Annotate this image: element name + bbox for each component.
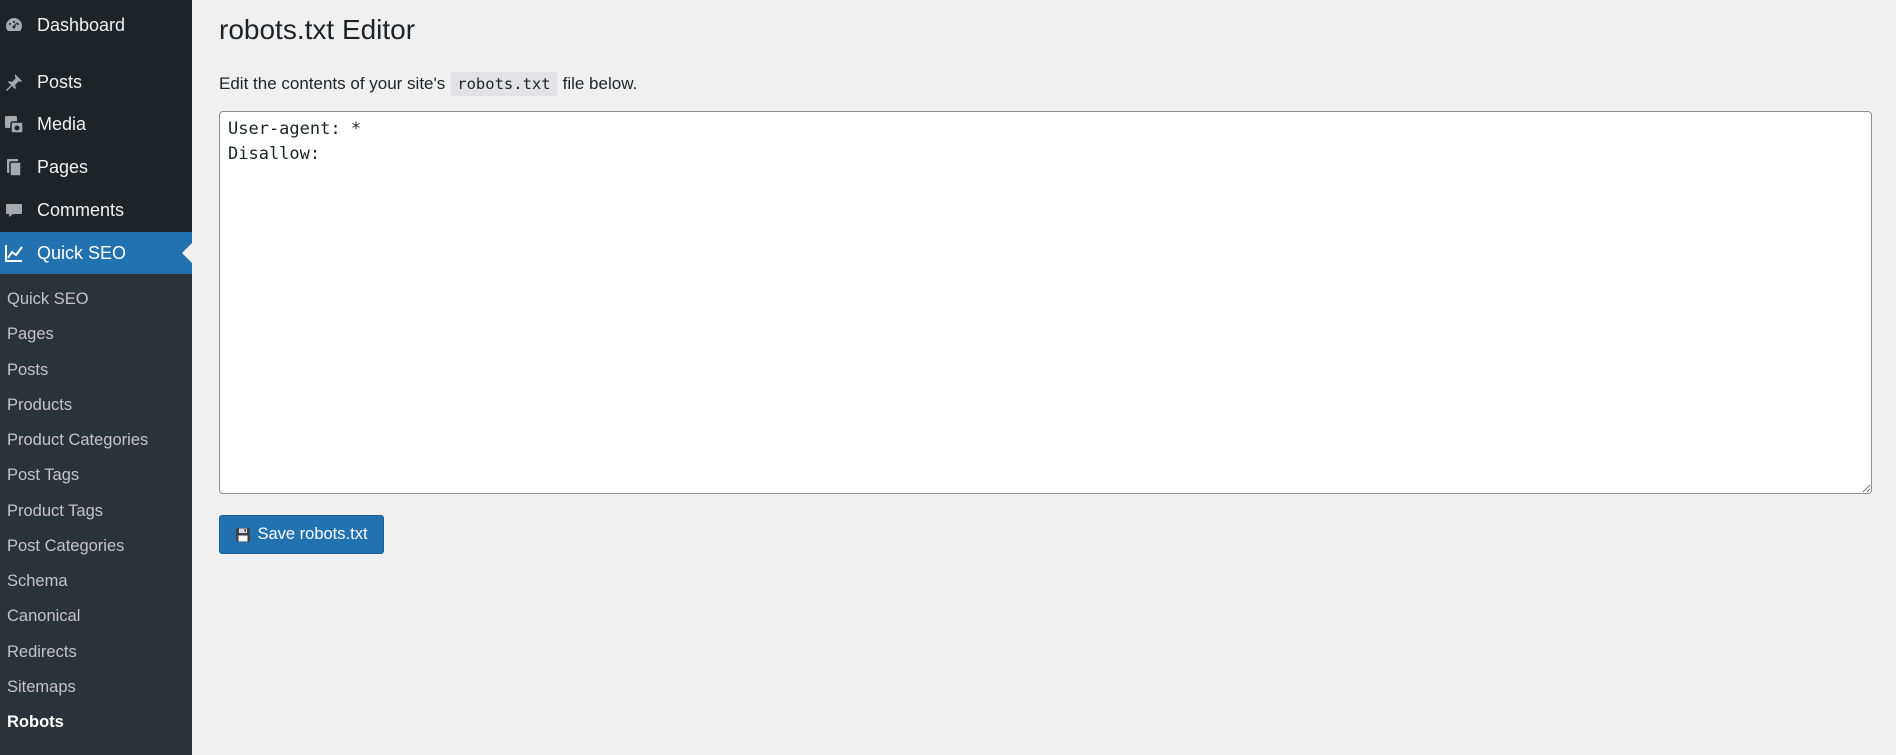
pages-icon: [3, 156, 25, 178]
menu-item-label: Posts: [37, 71, 83, 92]
submenu-item-robots[interactable]: Robots: [7, 713, 64, 732]
page-title: robots.txt Editor: [219, 14, 416, 45]
menu-item-comments[interactable]: Comments: [0, 189, 192, 231]
submenu-item-product-tags[interactable]: Product Tags: [7, 502, 103, 521]
description-text: Edit the contents of your site's: [219, 74, 446, 93]
submenu-item-canonical[interactable]: Canonical: [7, 607, 80, 626]
menu-item-quick-seo[interactable]: Quick SEO: [0, 232, 192, 274]
menu-item-pages[interactable]: Pages: [0, 146, 192, 188]
submenu-item-posts[interactable]: Posts: [7, 361, 48, 380]
comment-icon: [3, 199, 25, 221]
menu-item-label: Pages: [37, 156, 89, 177]
submenu-item-schema[interactable]: Schema: [7, 572, 68, 591]
submenu-item-products[interactable]: Products: [7, 396, 72, 415]
dashboard-icon: [3, 14, 25, 36]
menu-item-dashboard[interactable]: Dashboard: [0, 4, 192, 46]
chart-line-icon: [3, 242, 25, 264]
menu-item-media[interactable]: Media: [0, 103, 192, 145]
robots-txt-editor[interactable]: User-agent: * Disallow:: [219, 111, 1872, 494]
submenu-item-quick-seo[interactable]: Quick SEO: [7, 290, 89, 309]
description-text-end: file below.: [562, 74, 638, 93]
submenu-item-post-categories[interactable]: Post Categories: [7, 537, 124, 556]
filename-code: robots.txt: [451, 72, 557, 96]
quick-seo-submenu: Quick SEO Pages Posts Products Product C…: [0, 274, 192, 755]
page-description: Edit the contents of your site's robots.…: [219, 72, 637, 96]
submenu-item-post-tags[interactable]: Post Tags: [7, 466, 79, 485]
menu-item-label: Quick SEO: [37, 242, 127, 263]
submenu-item-sitemaps[interactable]: Sitemaps: [7, 678, 76, 697]
admin-sidebar: Dashboard Posts Media Pages Comments Qui…: [0, 0, 192, 755]
save-robots-button[interactable]: Save robots.txt: [219, 515, 384, 554]
menu-item-label: Media: [37, 113, 87, 134]
save-button-label: Save robots.txt: [257, 525, 368, 543]
submenu-item-pages[interactable]: Pages: [7, 325, 54, 344]
floppy-disk-icon: [235, 527, 251, 543]
current-menu-indicator: [182, 243, 192, 263]
submenu-item-product-categories[interactable]: Product Categories: [7, 431, 148, 450]
menu-item-label: Dashboard: [37, 14, 126, 35]
menu-item-label: Comments: [37, 199, 125, 220]
menu-item-posts[interactable]: Posts: [0, 61, 192, 103]
pin-icon: [3, 71, 25, 93]
media-icon: [3, 113, 25, 135]
submenu-item-redirects[interactable]: Redirects: [7, 643, 77, 662]
